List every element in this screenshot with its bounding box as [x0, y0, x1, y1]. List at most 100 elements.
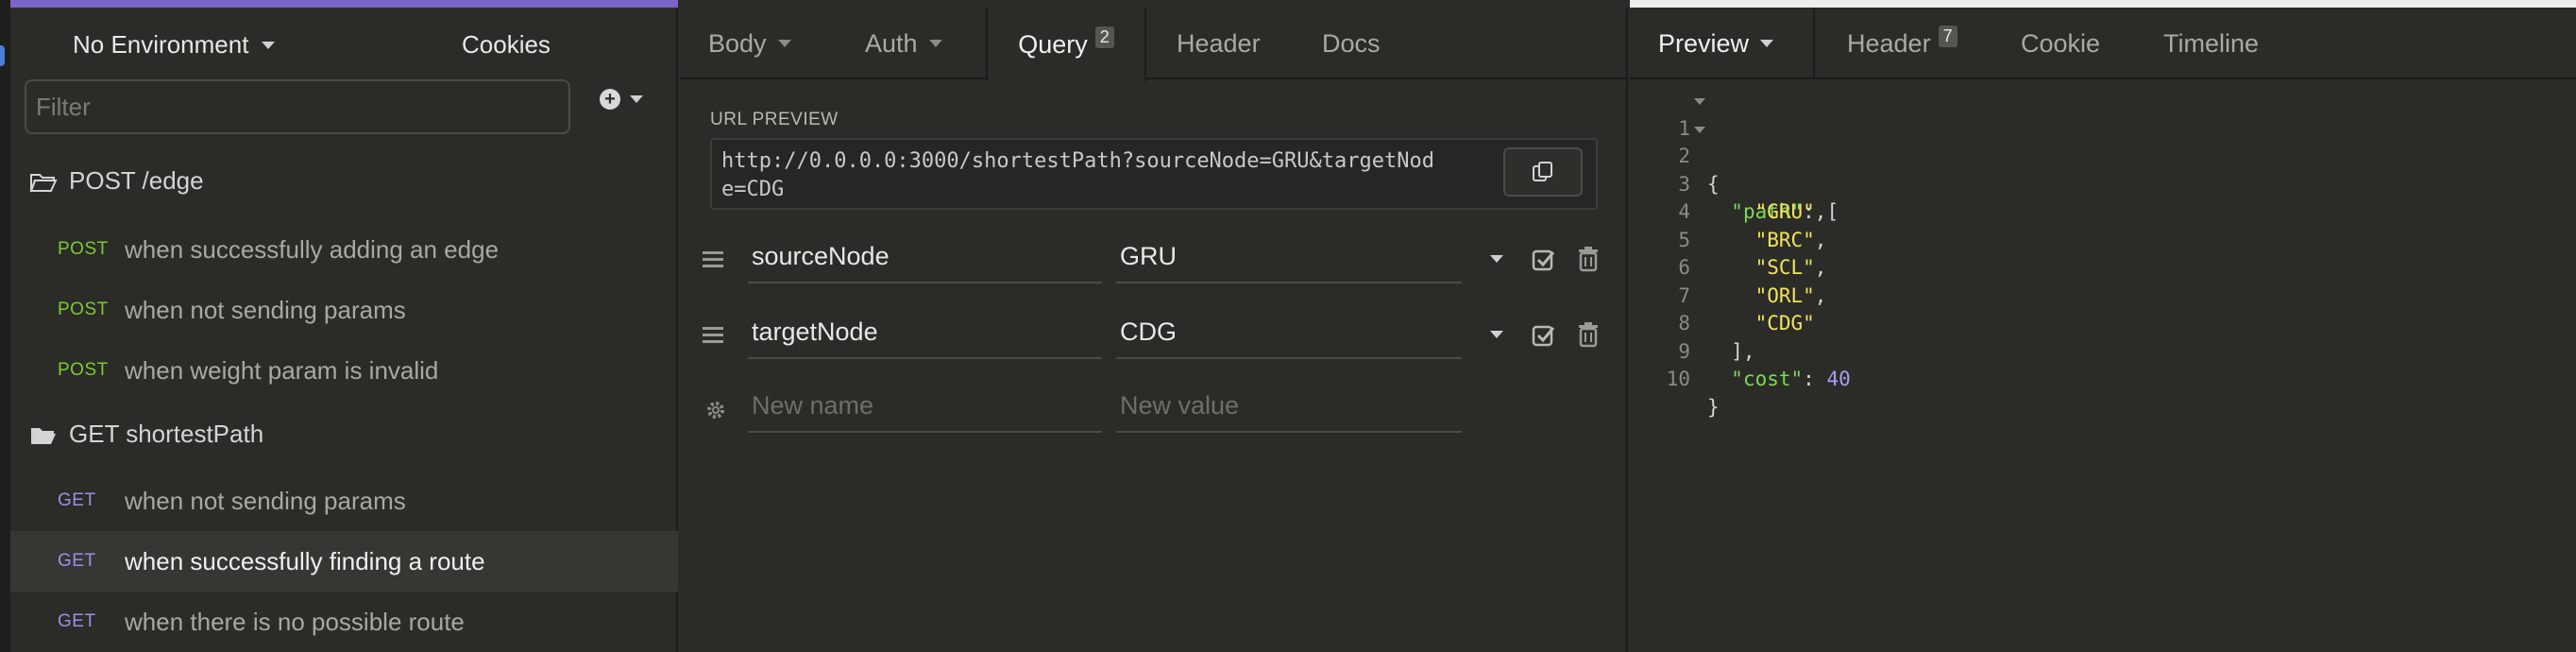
- method-badge: GET: [58, 551, 96, 571]
- window-top-bar: [1630, 0, 2576, 8]
- plus-circle-icon: +: [600, 89, 620, 110]
- json-key: "cost": [1731, 368, 1804, 390]
- request-label: when successfully finding a route: [125, 546, 485, 575]
- method-badge: POST: [58, 239, 109, 259]
- code-text: "GRU",: [1754, 200, 1827, 223]
- tab-docs[interactable]: Docs: [1322, 8, 1381, 79]
- code-text: "cost": 40: [1731, 368, 1851, 390]
- code-line: 8 ],: [1630, 283, 1754, 363]
- trash-icon[interactable]: [1577, 246, 1600, 272]
- url-preview[interactable]: http://0.0.0.0:3000/shortestPath?sourceN…: [710, 138, 1598, 210]
- param-name-field[interactable]: targetNode: [748, 306, 1102, 359]
- left-edge-strip: [0, 0, 10, 652]
- new-value-field[interactable]: New value: [1116, 380, 1462, 433]
- method-badge: POST: [58, 360, 109, 380]
- param-name-field[interactable]: sourceNode: [748, 231, 1102, 283]
- request-label: when weight param is invalid: [125, 355, 439, 385]
- code-line: 1 {: [1630, 87, 1720, 196]
- filter-input[interactable]: [26, 81, 568, 132]
- code-line: 6 "ORL",: [1630, 227, 1826, 307]
- url-line: e=CDG: [721, 178, 785, 201]
- folder-get-shortestpath[interactable]: GET shortestPath: [29, 420, 263, 449]
- code-text: {: [1707, 172, 1720, 196]
- chevron-down-icon[interactable]: [1490, 255, 1503, 263]
- query-count-badge: 2: [1094, 26, 1114, 48]
- fold-icon[interactable]: [1694, 126, 1705, 133]
- code-text: "SCL",: [1754, 256, 1827, 279]
- gear-icon[interactable]: [704, 399, 727, 421]
- request-item[interactable]: POST when weight param is invalid: [10, 340, 678, 401]
- request-item[interactable]: POST when successfully adding an edge: [10, 219, 678, 280]
- tab-response-header[interactable]: Header 7: [1847, 8, 1957, 79]
- request-pane: Body Auth Query 2 Header Docs URL PREVIE…: [680, 8, 1628, 652]
- folder-label: GET shortestPath: [69, 420, 264, 448]
- json-string: "SCL": [1754, 256, 1815, 279]
- environment-selector[interactable]: No Environment: [73, 30, 276, 60]
- request-tabs: Body Auth Query 2 Header Docs: [680, 8, 1626, 81]
- tab-preview[interactable]: Preview: [1630, 8, 1815, 79]
- request-label: when not sending params: [125, 486, 406, 515]
- folder-open-icon: [29, 171, 58, 192]
- request-item-active[interactable]: GET when successfully finding a route: [10, 531, 678, 592]
- param-value-field[interactable]: GRU: [1116, 231, 1462, 283]
- tab-auth[interactable]: Auth: [865, 8, 942, 79]
- tab-body[interactable]: Body: [708, 8, 791, 79]
- tab-timeline[interactable]: Timeline: [2163, 8, 2259, 79]
- folder-open-icon: [29, 424, 58, 445]
- request-item[interactable]: GET when there is no possible route: [10, 592, 678, 652]
- header-count-badge: 7: [1938, 25, 1957, 47]
- copy-url-button[interactable]: [1503, 147, 1583, 197]
- fold-icon[interactable]: [1694, 98, 1705, 105]
- new-name-field[interactable]: New name: [748, 380, 1102, 433]
- code-line: 4 "BRC",: [1630, 171, 1826, 251]
- chevron-down-icon: [262, 41, 276, 49]
- chevron-down-icon[interactable]: [1490, 331, 1503, 338]
- tab-label: Auth: [865, 28, 918, 58]
- tab-query[interactable]: Query 2: [986, 8, 1146, 81]
- json-string: "CDG": [1754, 312, 1815, 335]
- tab-label: Body: [708, 28, 767, 58]
- tab-label: Header: [1177, 28, 1261, 58]
- query-param-row: targetNode CDG: [680, 306, 1626, 367]
- chevron-down-icon: [777, 40, 791, 47]
- code-text: ],: [1707, 339, 1755, 363]
- trash-icon[interactable]: [1577, 321, 1600, 348]
- chevron-down-icon: [1760, 40, 1774, 47]
- cookies-button[interactable]: Cookies: [462, 30, 551, 60]
- tab-label: Cookie: [2021, 28, 2101, 58]
- param-value-field[interactable]: CDG: [1116, 306, 1462, 359]
- tab-label: Timeline: [2163, 28, 2260, 58]
- tab-cookie[interactable]: Cookie: [2021, 8, 2100, 79]
- add-request-button[interactable]: +: [600, 89, 643, 110]
- new-param-row: New name New value: [680, 380, 1626, 440]
- json-string: "GRU": [1754, 200, 1815, 223]
- folder-post-edge[interactable]: POST /edge: [29, 166, 204, 196]
- tab-header[interactable]: Header: [1177, 8, 1261, 79]
- query-param-row: sourceNode GRU: [680, 231, 1626, 291]
- line-number: 10: [1666, 368, 1690, 390]
- code-line: 9 "cost": 40: [1630, 310, 1850, 391]
- response-pane: Preview Header 7 Cookie Timeline 1 { 2 "…: [1630, 8, 2576, 652]
- json-string: "BRC": [1754, 228, 1815, 251]
- drag-handle-icon[interactable]: [703, 327, 723, 344]
- code-line: 2 "path": [: [1630, 115, 1839, 223]
- method-badge: GET: [58, 611, 96, 631]
- environment-label: No Environment: [73, 30, 249, 59]
- code-line: 5 "SCL",: [1630, 198, 1826, 280]
- code-line: 7 "CDG": [1630, 254, 1814, 335]
- request-item[interactable]: POST when not sending params: [10, 280, 678, 340]
- checkbox-checked-icon[interactable]: [1532, 248, 1556, 272]
- filter-field[interactable]: [25, 79, 570, 134]
- code-text: "CDG": [1707, 310, 1815, 338]
- response-tabs: Preview Header 7 Cookie Timeline: [1630, 8, 2576, 79]
- response-body: 1 { 2 "path": [ 3 "GRU", 4 "BRC", 5 "SCL…: [1630, 87, 1851, 419]
- drag-handle-icon[interactable]: [703, 251, 723, 268]
- tab-label: Docs: [1322, 28, 1381, 58]
- json-number: 40: [1826, 368, 1851, 390]
- checkbox-checked-icon[interactable]: [1532, 323, 1556, 348]
- url-line: http://0.0.0.0:3000/shortestPath?sourceN…: [721, 149, 1434, 173]
- edge-indicator: [0, 45, 5, 66]
- request-item[interactable]: GET when not sending params: [10, 471, 678, 531]
- sidebar: No Environment Cookies + POST /edge POST…: [10, 8, 678, 652]
- environment-bar: No Environment Cookies: [10, 8, 678, 76]
